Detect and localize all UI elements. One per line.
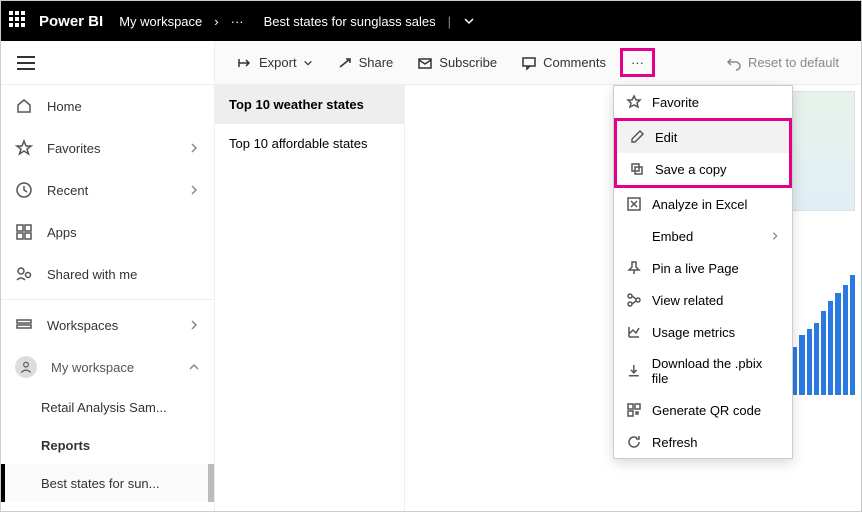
clock-icon [15,181,33,199]
map-visual[interactable] [785,91,855,211]
nav-my-workspace-label: My workspace [51,360,134,375]
page-tab-weather[interactable]: Top 10 weather states [215,85,404,124]
breadcrumb-more[interactable]: ··· [231,14,244,29]
title-separator: | [448,14,451,29]
workspaces-icon [15,316,33,334]
nav-shared[interactable]: Shared with me [1,253,214,295]
menu-favorite[interactable]: Favorite [614,86,792,118]
breadcrumb-workspace[interactable]: My workspace [119,14,202,29]
chevron-right-icon [188,184,200,196]
export-button[interactable]: Export [227,49,323,77]
report-toolbar: Export Share Subscribe Comments ··· Rese… [215,41,861,85]
breadcrumb-sep: › [214,14,218,29]
subscribe-button[interactable]: Subscribe [407,49,507,77]
comment-icon [521,55,537,71]
main-area: Export Share Subscribe Comments ··· Rese… [215,41,861,511]
ellipsis-icon: ··· [631,55,644,70]
chevron-right-icon [770,231,780,241]
nav-recent-label: Recent [47,183,88,198]
nav-my-workspace[interactable]: My workspace [1,346,214,388]
menu-edit[interactable]: Edit [617,121,789,153]
menu-pin-live[interactable]: Pin a live Page [614,252,792,284]
menu-download-pbix[interactable]: Download the .pbix file [614,348,792,394]
nav-sub-best-states[interactable]: Best states for sun... [1,464,214,502]
nav-sub-reports[interactable]: Reports [1,426,214,464]
nav-sub-retail[interactable]: Retail Analysis Sam... [1,388,214,426]
menu-refresh[interactable]: Refresh [614,426,792,458]
chevron-up-icon [188,361,200,373]
nav-toggle[interactable] [1,41,214,85]
related-icon [626,292,642,308]
bar-chart-visual[interactable] [785,275,855,395]
page-tabs: Top 10 weather states Top 10 affordable … [215,85,405,511]
hamburger-icon [17,56,35,70]
star-icon [626,94,642,110]
nav-apps-label: Apps [47,225,77,240]
menu-generate-qr[interactable]: Generate QR code [614,394,792,426]
pencil-icon [629,129,645,145]
copy-icon [629,161,645,177]
report-title: Best states for sunglass sales [264,14,436,29]
apps-icon [15,223,33,241]
menu-view-related[interactable]: View related [614,284,792,316]
nav-workspaces-label: Workspaces [47,318,118,333]
menu-usage-metrics[interactable]: Usage metrics [614,316,792,348]
more-options-button[interactable]: ··· [620,48,655,77]
app-header: Power BI My workspace › ··· Best states … [1,1,861,41]
undo-icon [726,55,742,71]
report-title-container: Best states for sunglass sales | [264,14,475,29]
export-icon [237,55,253,71]
nav-home[interactable]: Home [1,85,214,127]
mail-icon [417,55,433,71]
home-icon [15,97,33,115]
menu-save-copy[interactable]: Save a copy [617,153,789,185]
more-options-menu: Favorite Edit Save a copy Analyze in Exc… [613,85,793,459]
brand-label: Power BI [39,13,103,30]
chevron-down-icon[interactable] [463,15,475,27]
chevron-down-icon [303,58,313,68]
menu-analyze-excel[interactable]: Analyze in Excel [614,188,792,220]
reset-button[interactable]: Reset to default [716,49,849,77]
nav-home-label: Home [47,99,82,114]
share-icon [337,55,353,71]
nav-apps[interactable]: Apps [1,211,214,253]
chevron-right-icon [188,319,200,331]
share-button[interactable]: Share [327,49,404,77]
qr-icon [626,402,642,418]
excel-icon [626,196,642,212]
chart-icon [626,324,642,340]
nav-favorites-label: Favorites [47,141,100,156]
nav-workspaces[interactable]: Workspaces [1,304,214,346]
workspace-avatar-icon [15,356,37,378]
app-launcher-icon[interactable] [9,11,29,31]
nav-separator [1,299,214,300]
star-icon [15,139,33,157]
menu-embed[interactable]: Embed [614,220,792,252]
shared-icon [15,265,33,283]
chevron-right-icon [188,142,200,154]
page-tab-affordable[interactable]: Top 10 affordable states [215,124,404,163]
nav-shared-label: Shared with me [47,267,137,282]
comments-button[interactable]: Comments [511,49,616,77]
left-nav: Home Favorites Recent Apps Shared with m… [1,41,215,511]
pin-icon [626,260,642,276]
refresh-icon [626,434,642,450]
download-icon [626,363,642,379]
nav-favorites[interactable]: Favorites [1,127,214,169]
nav-recent[interactable]: Recent [1,169,214,211]
